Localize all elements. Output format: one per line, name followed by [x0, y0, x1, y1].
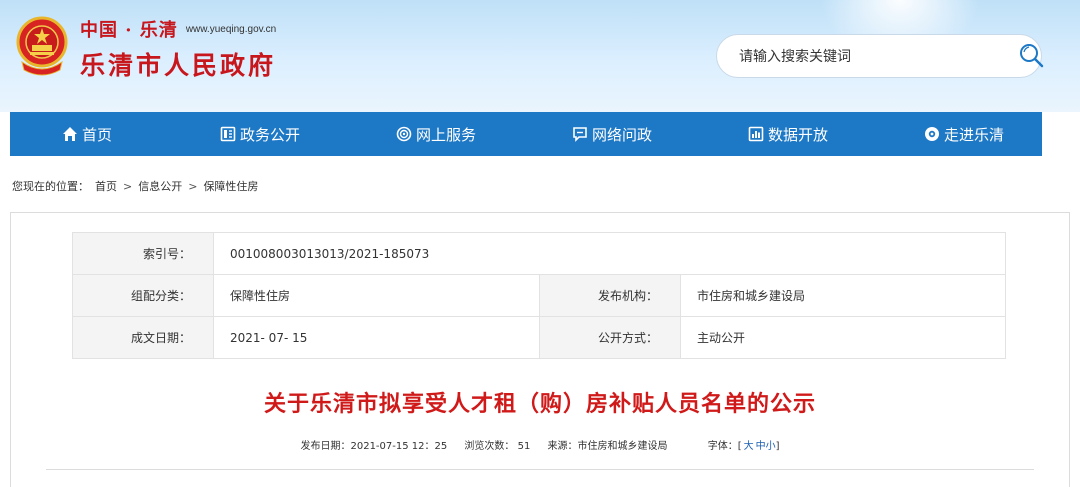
breadcrumb-home[interactable]: 首页 [95, 178, 117, 194]
search-box [716, 34, 1042, 78]
date-value: 2021- 07- 15 [213, 316, 540, 359]
breadcrumb-separator: > [188, 179, 198, 193]
publish-date: 发布日期：2021-07-15 12：25 [300, 441, 448, 452]
article-publish-info: 发布日期：2021-07-15 12：25 浏览次数： 51 来源：市住房和城乡… [0, 437, 1080, 452]
eye-icon [924, 126, 940, 142]
date-label: 成文日期： [72, 316, 214, 359]
chat-icon [572, 126, 588, 142]
breadcrumb-separator: > [123, 179, 133, 193]
nav-label: 首页 [82, 125, 113, 144]
main-nav: 首页 政务公开 网上服务 网络问政 数据开放 走进乐清 [10, 112, 1042, 156]
nav-item-online-service[interactable]: 网上服务 [396, 112, 476, 156]
search-icon[interactable] [1018, 42, 1046, 70]
search-input[interactable] [739, 46, 999, 68]
index-label: 索引号： [72, 232, 214, 275]
font-size-medium[interactable]: 中 [756, 441, 766, 452]
breadcrumb-housing[interactable]: 保障性住房 [203, 178, 258, 194]
nav-label: 走进乐清 [944, 125, 1005, 144]
site-header: 中国 · 乐清 www.yueqing.gov.cn 乐清市人民政府 [0, 0, 1080, 112]
data-icon [748, 126, 764, 142]
font-size-close: ] [775, 441, 780, 452]
document-metadata-table: 索引号： 001008003013013/2021-185073 组配分类： 保… [72, 232, 1006, 359]
metadata-row: 索引号： 001008003013013/2021-185073 [72, 232, 1006, 275]
nav-label: 政务公开 [240, 125, 301, 144]
nav-item-about-yueqing[interactable]: 走进乐清 [924, 112, 1004, 156]
index-value: 001008003013013/2021-185073 [213, 232, 1006, 275]
metadata-row: 组配分类： 保障性住房 发布机构： 市住房和城乡建设局 [72, 274, 1006, 317]
metadata-row: 成文日期： 2021- 07- 15 公开方式： 主动公开 [72, 316, 1006, 359]
home-icon [62, 126, 78, 142]
logo-line1[interactable]: 中国 · 乐清 www.yueqing.gov.cn [80, 16, 276, 42]
font-size-large[interactable]: 大 [744, 441, 754, 452]
national-emblem-icon[interactable] [14, 14, 70, 78]
nav-item-online-inquiry[interactable]: 网络问政 [572, 112, 652, 156]
font-size-switcher: 字体：[大中小] [708, 441, 780, 452]
publisher-value: 市住房和城乡建设局 [680, 274, 1006, 317]
view-count: 浏览次数： 51 [464, 441, 531, 452]
font-size-label: 字体：[ [707, 441, 742, 452]
nav-label: 网络问政 [592, 125, 653, 144]
font-size-small[interactable]: 小 [766, 441, 776, 452]
nav-item-government-affairs[interactable]: 政务公开 [220, 112, 300, 156]
logo-country-city: 中国 · 乐清 [80, 20, 178, 41]
article-title: 关于乐清市拟享受人才租（购）房补贴人员名单的公示 [263, 392, 816, 417]
nav-item-open-data[interactable]: 数据开放 [748, 112, 828, 156]
mode-value: 主动公开 [680, 316, 1006, 359]
document-icon [220, 126, 236, 142]
service-icon [396, 126, 412, 142]
publisher-label: 发布机构： [539, 274, 681, 317]
breadcrumb-prefix: 您现在的位置： [12, 180, 89, 193]
nav-item-home[interactable]: 首页 [62, 112, 112, 156]
breadcrumb-info-open[interactable]: 信息公开 [138, 178, 182, 194]
category-label: 组配分类： [72, 274, 214, 317]
breadcrumb: 您现在的位置： 首页 > 信息公开 > 保障性住房 [12, 178, 258, 194]
nav-label: 数据开放 [768, 125, 829, 144]
category-value: 保障性住房 [213, 274, 540, 317]
site-title[interactable]: 乐清市人民政府 [80, 46, 276, 82]
logo-url: www.yueqing.gov.cn [185, 23, 277, 35]
nav-label: 网上服务 [416, 125, 477, 144]
content-divider [46, 469, 1034, 470]
article-source: 来源：市住房和城乡建设局 [547, 441, 668, 452]
mode-label: 公开方式： [539, 316, 681, 359]
